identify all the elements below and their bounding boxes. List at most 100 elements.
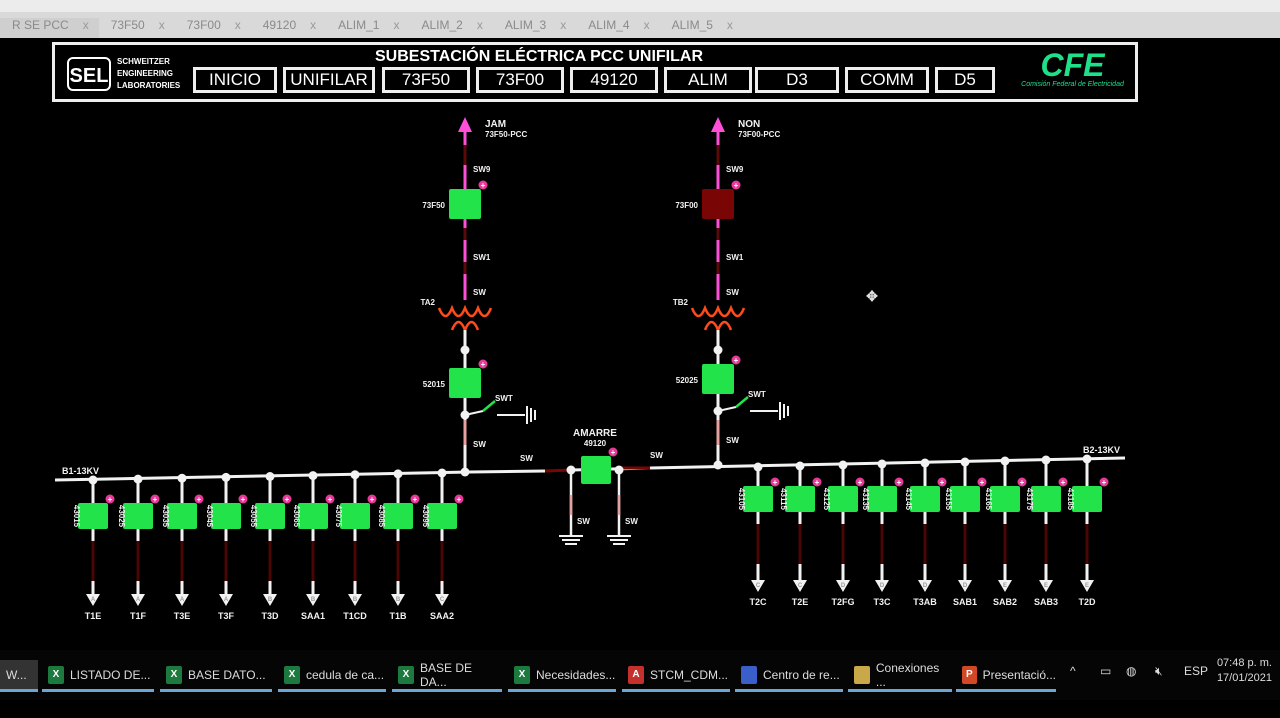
load-label[interactable]: T3F [218,611,235,621]
taskbar-item[interactable]: W... [0,660,38,692]
plus-icon: + [1020,478,1025,487]
tab-close-icon[interactable]: x [560,18,566,32]
phase-letter: D [841,583,846,589]
load-label[interactable]: T1CD [343,611,367,621]
load-label[interactable]: T2FG [831,597,854,607]
tab-close-icon[interactable]: x [310,18,316,32]
load-label[interactable]: T1E [85,611,102,621]
breaker-73F00[interactable] [702,189,734,219]
feeder-breaker-43175[interactable] [1031,486,1061,512]
ground-switch-blade [482,400,496,412]
show-hidden-icons-chevron-icon[interactable]: ^ [1070,664,1076,678]
nav-inicio-button[interactable]: INICIO [193,67,277,93]
load-label[interactable]: T2D [1078,597,1096,607]
breaker-73F50[interactable] [449,189,481,219]
feeder-breaker-43165[interactable] [990,486,1020,512]
load-label[interactable]: T1F [130,611,147,621]
breaker-52015[interactable] [449,368,481,398]
load-label[interactable]: T3E [174,611,191,621]
breaker-52025[interactable] [702,364,734,394]
taskbar-item[interactable]: X BASE DATO... [160,660,272,692]
taskbar-item[interactable]: X BASE DE DA... [392,660,502,692]
load-label[interactable]: T3C [873,597,891,607]
plus-icon: + [858,478,863,487]
browser-tab[interactable]: ALIM_5 x [660,18,743,38]
browser-tab[interactable]: ALIM_2 x [409,18,492,38]
load-label[interactable]: SAB1 [953,597,977,607]
feeder-breaker-43095[interactable] [427,503,457,529]
browser-tab[interactable]: ALIM_1 x [326,18,409,38]
feeder-breaker-43065[interactable] [298,503,328,529]
plus-icon: + [980,478,985,487]
plus-icon: + [481,181,486,190]
nav-d5-button[interactable]: D5 [935,67,995,93]
taskbar-item[interactable]: Xcedula de ca... [278,660,386,692]
switch-label: SW [473,440,486,449]
feeder-breaker-43075[interactable] [340,503,370,529]
clock[interactable]: 07:48 p. m. 17/01/2021 [1217,656,1272,686]
tab-close-icon[interactable]: x [235,18,241,32]
load-label[interactable]: T1B [389,611,407,621]
taskbar-item[interactable]: X Necesidades... [508,660,616,692]
browser-tab[interactable]: ALIM_4 x [576,18,659,38]
load-label[interactable]: SAA2 [430,611,454,621]
language-indicator[interactable]: ESP [1184,664,1208,678]
nav-comm-button[interactable]: COMM [845,67,929,93]
phase-letter: B [396,597,401,603]
taskbar-item-label: W... [6,667,27,682]
nav-73f00-button[interactable]: 73F00 [476,67,564,93]
load-label[interactable]: T3D [261,611,279,621]
breaker-label: 73F00 [675,201,698,210]
nav-unifilar-button[interactable]: UNIFILAR [283,67,375,93]
feeder-breaker-43045[interactable] [211,503,241,529]
feeder-breaker-43105[interactable] [743,486,773,512]
feeder-breaker-43055[interactable] [255,503,285,529]
load-label[interactable]: T2E [792,597,809,607]
source-arrow-icon [711,117,725,132]
nav-73f50-button[interactable]: 73F50 [382,67,470,93]
tab-close-icon[interactable]: x [477,18,483,32]
feeder-breaker-43085[interactable] [383,503,413,529]
taskbar-item[interactable]: X LISTADO DE... [42,660,154,692]
tab-close-icon[interactable]: x [644,18,650,32]
browser-tab[interactable]: ALIM_3 x [493,18,576,38]
taskbar-item[interactable]: Conexiones ... [848,660,952,692]
tab-close-icon[interactable]: x [727,18,733,32]
feeder-breaker-43155[interactable] [950,486,980,512]
load-label[interactable]: SAA1 [301,611,325,621]
browser-tab[interactable]: 49120 x [251,18,326,38]
browser-tab[interactable]: R SE PCC x [0,18,99,38]
taskbar-item[interactable]: A STCM_CDM... [622,660,730,692]
load-label[interactable]: T3AB [913,597,937,607]
load-label[interactable]: T2C [749,597,767,607]
taskbar-item[interactable]: Centro de re... [735,660,843,692]
feeder-breaker-43135[interactable] [867,486,897,512]
nav-d3-button[interactable]: D3 [755,67,839,93]
switch-label: SW1 [473,253,491,262]
feeder-breaker-43025[interactable] [123,503,153,529]
load-label[interactable]: SAB3 [1034,597,1058,607]
feeder-breaker-43115[interactable] [785,486,815,512]
breaker-tie-49120[interactable] [581,456,611,484]
taskbar-item[interactable]: P Presentació... [956,660,1056,692]
tab-close-icon[interactable]: x [83,18,89,32]
feeder-breaker-43145[interactable] [910,486,940,512]
network-globe-icon[interactable]: ◍ [1126,664,1136,678]
tab-close-icon[interactable]: x [159,18,165,32]
source-name: JAM [485,119,506,130]
tab-close-icon[interactable]: x [393,18,399,32]
feeder-breaker-43125[interactable] [828,486,858,512]
browser-tab[interactable]: 73F00 x [175,18,251,38]
feeder-breaker-43185[interactable] [1072,486,1102,512]
tab-label: ALIM_1 [338,18,380,32]
speaker-muted-icon[interactable]: 🔇︎ [1155,664,1163,679]
browser-tab[interactable]: 73F50 x [99,18,175,38]
nav-alim-button[interactable]: ALIM [664,67,752,93]
battery-icon[interactable]: ▭ [1100,664,1111,678]
load-label[interactable]: SAB2 [993,597,1017,607]
feeder-breaker-43015[interactable] [78,503,108,529]
feeder-breaker-43035[interactable] [167,503,197,529]
phase-letter: C [440,597,445,603]
cfe-logo-text: CFE [1040,47,1105,83]
nav-49120-button[interactable]: 49120 [570,67,658,93]
